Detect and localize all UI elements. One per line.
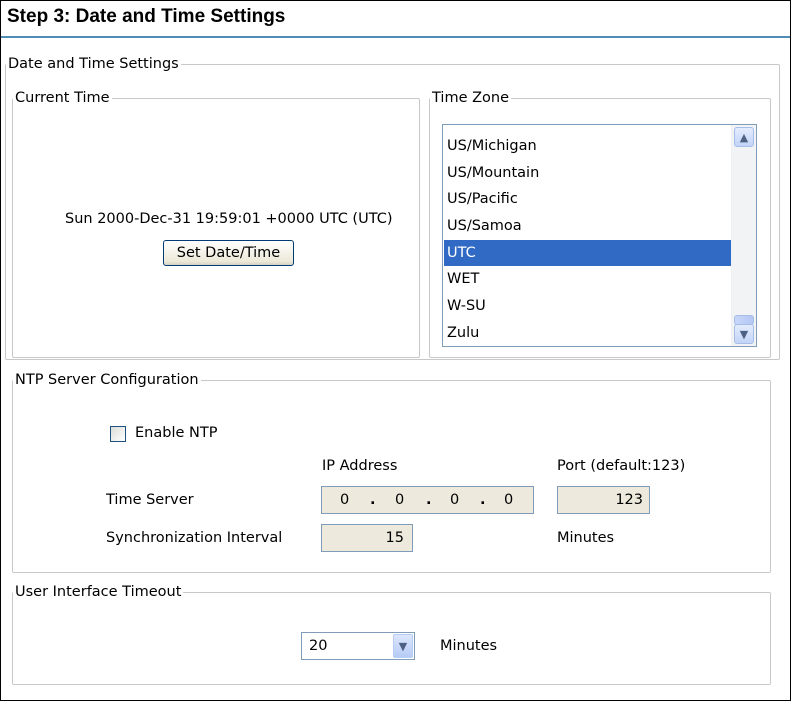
time-zone-listbox[interactable]: US/Michigan US/Mountain US/Pacific US/Sa… [442,124,757,347]
current-time-legend: Current Time [15,90,110,106]
page-header: Step 3: Date and Time Settings [1,1,790,38]
sync-interval-label: Synchronization Interval [106,530,283,546]
ip-separator: . [426,492,432,508]
chevron-down-icon[interactable]: ▼ [734,324,754,344]
time-zone-option[interactable]: W-SU [444,293,732,319]
time-zone-option[interactable]: US/Mountain [444,160,732,186]
ip-octet[interactable]: 0 [450,487,459,513]
ip-separator: . [480,492,486,508]
time-zone-option[interactable]: WET [444,266,732,292]
enable-ntp-label: Enable NTP [135,425,218,441]
ui-timeout-value: 20 [309,638,328,654]
time-server-label: Time Server [106,492,194,508]
chevron-down-icon[interactable]: ▼ [393,634,413,658]
ip-octet[interactable]: 0 [395,487,404,513]
time-server-ip-input[interactable]: 0 . 0 . 0 . 0 [321,486,534,514]
datetime-legend: Date and Time Settings [8,56,179,72]
ip-separator: . [370,492,376,508]
time-zone-scrollbar[interactable]: ▲ ▼ [731,125,756,346]
port-input[interactable]: 123 [557,486,650,514]
ntp-legend: NTP Server Configuration [15,372,199,388]
time-zone-option[interactable]: US/Samoa [444,213,732,239]
time-zone-option[interactable]: Zulu [444,320,732,346]
chevron-up-icon[interactable]: ▲ [734,127,754,147]
ui-timeout-unit: Minutes [440,638,498,654]
ui-timeout-select[interactable]: 20 ▼ [301,632,415,660]
sync-interval-input[interactable]: 15 [321,524,413,552]
page-title: Step 3: Date and Time Settings [7,6,286,27]
current-time-value: Sun 2000-Dec-31 19:59:01 +0000 UTC (UTC) [65,211,393,227]
ip-address-header: IP Address [322,458,398,474]
sync-interval-unit: Minutes [557,530,615,546]
time-zone-legend: Time Zone [432,90,510,106]
ui-timeout-legend: User Interface Timeout [15,584,182,600]
time-zone-option[interactable]: US/Michigan [444,133,732,159]
enable-ntp-checkbox[interactable] [110,426,126,442]
ip-octet[interactable]: 0 [340,487,349,513]
set-date-time-button[interactable]: Set Date/Time [163,240,294,266]
time-zone-option[interactable]: US/Pacific [444,186,732,212]
port-header: Port (default:123) [557,458,686,474]
ip-octet[interactable]: 0 [504,487,513,513]
time-zone-option-selected[interactable]: UTC [444,240,732,266]
